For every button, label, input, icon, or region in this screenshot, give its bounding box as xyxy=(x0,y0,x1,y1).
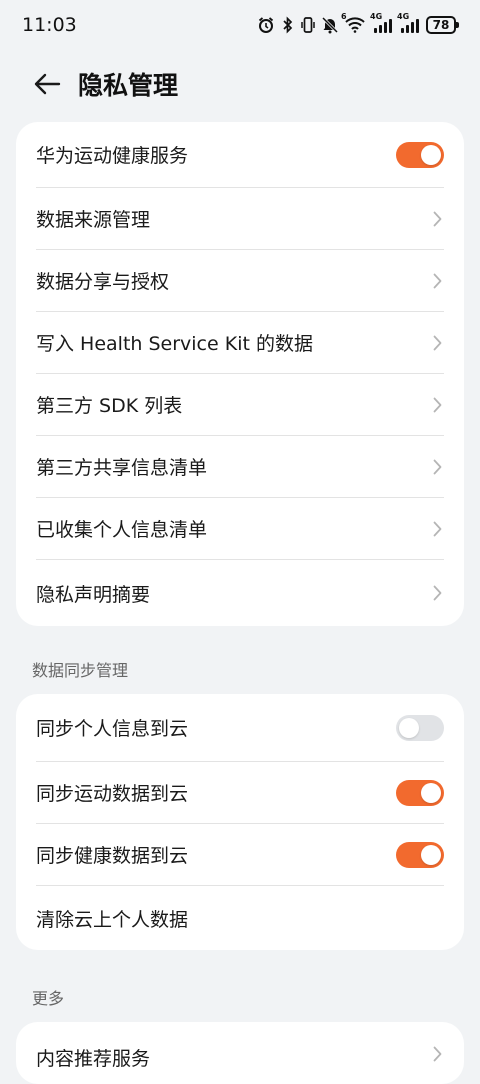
row-third-party-sdk-list[interactable]: 第三方 SDK 列表 xyxy=(36,374,444,436)
signal-icon: 4G xyxy=(370,12,392,33)
row-data-sharing-authorization[interactable]: 数据分享与授权 xyxy=(36,250,444,312)
status-bar: 11:03 6 4G 4G 78 xyxy=(0,0,480,50)
mute-icon xyxy=(322,16,338,34)
vibrate-icon xyxy=(301,16,315,34)
row-sync-personal-info: 同步个人信息到云 xyxy=(36,694,444,762)
sync-sport-data-toggle[interactable] xyxy=(396,779,444,806)
row-label: 数据来源管理 xyxy=(36,209,151,231)
row-label: 数据分享与授权 xyxy=(36,271,170,293)
row-label: 同步运动数据到云 xyxy=(36,783,189,805)
sync-card: 同步个人信息到云 同步运动数据到云 同步健康数据到云 清除云上个人数据 xyxy=(16,694,464,950)
page-title: 隐私管理 xyxy=(78,71,179,100)
row-sync-sport-data: 同步运动数据到云 xyxy=(36,762,444,824)
sync-personal-info-toggle[interactable] xyxy=(396,714,444,741)
row-huawei-health-service: 华为运动健康服务 xyxy=(36,122,444,188)
wifi-icon: 6 xyxy=(341,12,365,34)
network-label-a: 4G xyxy=(370,12,383,21)
battery-level: 78 xyxy=(432,18,450,32)
row-third-party-shared-info[interactable]: 第三方共享信息清单 xyxy=(36,436,444,498)
privacy-card: 华为运动健康服务 数据来源管理 数据分享与授权 写入 Health Servic… xyxy=(16,122,464,626)
chevron-right-icon xyxy=(430,583,444,603)
chevron-right-icon xyxy=(430,395,444,415)
toggle-knob xyxy=(421,144,441,165)
toggle-knob xyxy=(421,782,441,803)
back-arrow-icon xyxy=(34,73,61,95)
row-label: 已收集个人信息清单 xyxy=(36,519,208,541)
huawei-health-service-toggle[interactable] xyxy=(396,141,444,168)
chevron-right-icon xyxy=(430,1044,444,1064)
row-health-service-kit-data[interactable]: 写入 Health Service Kit 的数据 xyxy=(36,312,444,374)
row-label: 同步健康数据到云 xyxy=(36,845,189,867)
chevron-right-icon xyxy=(430,333,444,353)
toggle-knob xyxy=(421,844,441,865)
signal-icon: 4G xyxy=(397,12,419,33)
more-card: 内容推荐服务 xyxy=(16,1022,464,1084)
battery-icon: 78 xyxy=(426,16,459,34)
back-button[interactable] xyxy=(30,67,64,101)
alarm-icon xyxy=(257,16,275,34)
chevron-right-icon xyxy=(430,271,444,291)
row-data-source-management[interactable]: 数据来源管理 xyxy=(36,188,444,250)
toggle-knob xyxy=(399,717,419,738)
chevron-right-icon xyxy=(430,457,444,477)
row-label: 写入 Health Service Kit 的数据 xyxy=(36,333,313,355)
row-label: 清除云上个人数据 xyxy=(36,908,189,931)
row-clear-cloud-data[interactable]: 清除云上个人数据 xyxy=(36,886,444,950)
network-label-b: 4G xyxy=(397,12,410,21)
row-label: 同步个人信息到云 xyxy=(36,718,189,740)
header: 隐私管理 xyxy=(0,58,480,110)
row-content-recommendation[interactable]: 内容推荐服务 xyxy=(36,1022,444,1084)
sync-health-data-toggle[interactable] xyxy=(396,841,444,868)
row-sync-health-data: 同步健康数据到云 xyxy=(36,824,444,886)
chevron-right-icon xyxy=(430,519,444,539)
row-label: 隐私声明摘要 xyxy=(36,583,151,606)
status-time: 11:03 xyxy=(22,14,77,36)
section-title-sync: 数据同步管理 xyxy=(32,661,129,680)
wifi-label: 6 xyxy=(341,12,347,21)
chevron-right-icon xyxy=(430,209,444,229)
bluetooth-icon xyxy=(282,16,294,34)
row-label: 第三方 SDK 列表 xyxy=(36,395,183,417)
status-icons: 6 4G 4G 78 xyxy=(257,12,459,34)
row-label: 第三方共享信息清单 xyxy=(36,457,208,479)
section-title-more: 更多 xyxy=(32,989,65,1008)
row-privacy-statement-summary[interactable]: 隐私声明摘要 xyxy=(36,560,444,626)
row-label: 华为运动健康服务 xyxy=(36,145,189,167)
row-collected-personal-info[interactable]: 已收集个人信息清单 xyxy=(36,498,444,560)
